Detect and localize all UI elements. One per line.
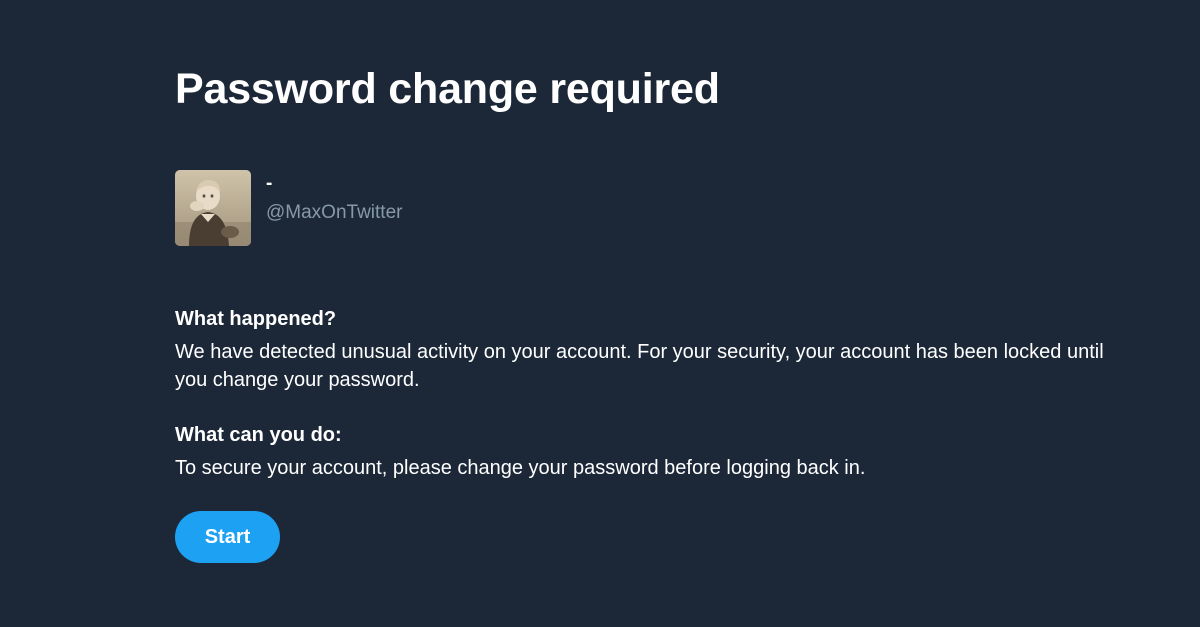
what-happened-heading: What happened? — [175, 308, 337, 330]
start-button[interactable]: Start — [175, 511, 280, 563]
user-photo-avatar-icon — [175, 170, 251, 246]
avatar — [175, 170, 251, 246]
what-can-you-do-heading: What can you do: — [175, 424, 342, 446]
display-name: - — [266, 173, 273, 194]
page-title: Password change required — [175, 65, 720, 113]
what-can-you-do-text: To secure your account, please change yo… — [175, 457, 866, 479]
what-happened-text: We have detected unusual activity on you… — [175, 341, 1104, 391]
account-summary: - @MaxOnTwitter — [175, 170, 775, 246]
account-handle: @MaxOnTwitter — [266, 202, 403, 223]
